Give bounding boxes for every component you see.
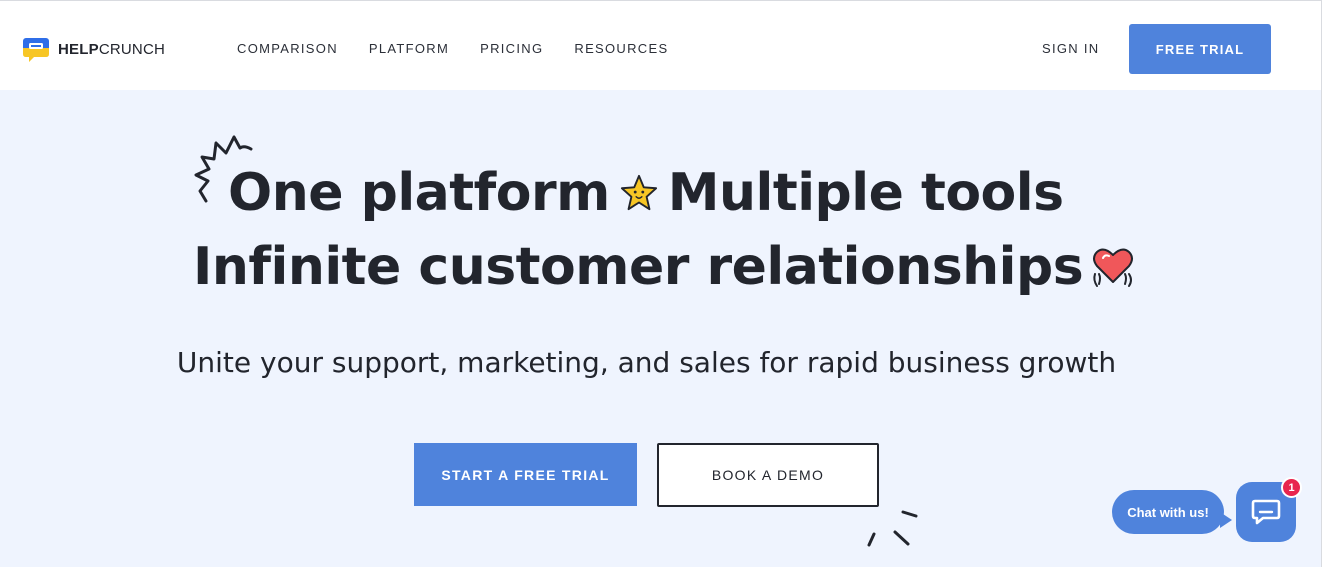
heart-hands-icon [1093,248,1134,287]
chat-with-us-bubble[interactable]: Chat with us! [1112,490,1232,534]
helpcrunch-logo-icon [23,38,49,62]
chat-unread-badge: 1 [1281,477,1302,498]
logo-wordmark-bold: HELP [58,40,99,58]
hero-subtitle: Unite your support, marketing, and sales… [176,346,1117,379]
page: HELPCRUNCH COMPARISON PLATFORM PRICING R… [0,0,1322,567]
hero-headline-line1: One platform Multiple tools [228,167,1064,219]
nav-item-pricing[interactable]: PRICING [480,41,543,56]
site-header: HELPCRUNCH COMPARISON PLATFORM PRICING R… [0,1,1321,90]
star-icon [620,174,657,211]
headline-infinite-relationships: Infinite customer relationships [193,237,1084,297]
sign-in-link[interactable]: SIGN IN [1042,41,1100,56]
free-trial-button[interactable]: FREE TRIAL [1129,24,1271,74]
start-free-trial-button[interactable]: START A FREE TRIAL [414,443,637,506]
logo-wordmark: HELPCRUNCH [58,41,165,58]
nav-item-comparison[interactable]: COMPARISON [237,41,338,56]
main-nav: COMPARISON PLATFORM PRICING RESOURCES [237,41,699,56]
book-demo-button[interactable]: BOOK A DEMO [657,443,879,507]
helpcrunch-logo[interactable]: HELPCRUNCH [22,34,165,64]
headline-multiple-tools: Multiple tools [667,163,1064,223]
chat-icon [1251,499,1281,525]
nav-item-resources[interactable]: RESOURCES [574,41,668,56]
hero-headline-line2: Infinite customer relationships [193,241,1135,293]
headline-one-platform: One platform [228,163,610,223]
logo-wordmark-light: CRUNCH [98,40,166,58]
sparks-icon [867,510,918,547]
nav-item-platform[interactable]: PLATFORM [369,41,449,56]
